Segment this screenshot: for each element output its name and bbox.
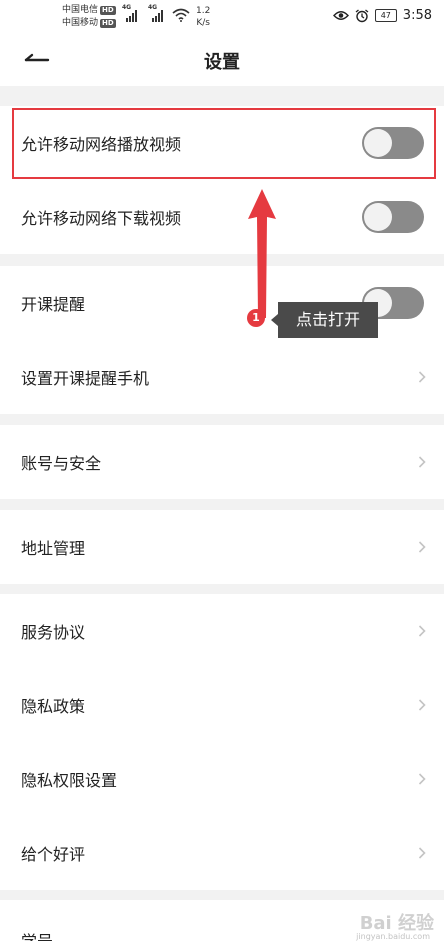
setting-row-account-security[interactable]: 账号与安全 (0, 425, 444, 499)
setting-label: 账号与安全 (21, 454, 102, 473)
setting-row-privacy-permissions[interactable]: 隐私权限设置 (0, 742, 444, 816)
setting-row-service-agreement[interactable]: 服务协议 (0, 594, 444, 668)
chevron-right-icon (418, 699, 426, 711)
status-bar: 中国电信 HD 中国移动 HD 4G 4G 1.2 K/s 47 3:58 (0, 0, 444, 36)
header: 设置 (0, 36, 444, 86)
carrier2-label: 中国移动 (62, 18, 99, 28)
setting-row-mobile-download: 允许移动网络下载视频 (0, 180, 444, 254)
setting-label: 设置开课提醒手机 (21, 369, 150, 388)
tooltip: 点击打开 (271, 302, 378, 338)
carrier1-label: 中国电信 (62, 5, 99, 15)
chevron-right-icon (418, 847, 426, 859)
highlight-box (12, 108, 436, 179)
mobile-download-toggle[interactable] (362, 201, 424, 233)
setting-label: 隐私权限设置 (21, 771, 118, 790)
chevron-right-icon (418, 625, 426, 637)
watermark-url: jingyan.baidu.com (356, 932, 430, 941)
battery-icon: 47 (374, 9, 397, 22)
clock: 3:58 (402, 8, 432, 23)
toggle-knob (364, 203, 392, 231)
chevron-right-icon (418, 541, 426, 553)
page-title: 设置 (204, 52, 240, 73)
wifi-icon (172, 8, 190, 22)
setting-label: 允许移动网络下载视频 (21, 209, 182, 228)
setting-label: 学号 (21, 928, 53, 941)
status-right: 47 3:58 (332, 8, 432, 23)
reminder-settings-group: 开课提醒 设置开课提醒手机 (0, 266, 444, 414)
signal-icon: 4G (122, 4, 137, 22)
setting-label: 开课提醒 (21, 295, 86, 314)
setting-row-reminder-phone[interactable]: 设置开课提醒手机 (0, 340, 444, 414)
setting-row-privacy-policy[interactable]: 隐私政策 (0, 668, 444, 742)
hd-badge: HD (100, 6, 116, 15)
legal-group: 服务协议 隐私政策 隐私权限设置 给个好评 (0, 594, 444, 890)
setting-label: 地址管理 (21, 539, 86, 558)
network-speed: 1.2 K/s (196, 5, 210, 29)
network-label: 4G (122, 4, 132, 11)
setting-row-rate-app[interactable]: 给个好评 (0, 816, 444, 890)
network-label: 4G (148, 4, 158, 11)
address-group: 地址管理 (0, 510, 444, 584)
hd-badge: HD (100, 19, 116, 28)
speed-unit: K/s (196, 18, 210, 28)
step-badge: 1 (247, 309, 265, 327)
arrow-up-icon (248, 189, 276, 318)
carrier-info: 中国电信 HD 中国移动 HD (62, 4, 116, 30)
alarm-icon (355, 8, 369, 22)
setting-label: 服务协议 (21, 623, 86, 642)
setting-row-address[interactable]: 地址管理 (0, 510, 444, 584)
signal-icon: 4G (148, 4, 163, 22)
chevron-right-icon (418, 773, 426, 785)
eye-icon (332, 11, 349, 20)
chevron-right-icon (418, 371, 426, 383)
setting-label: 给个好评 (21, 845, 86, 864)
account-group: 账号与安全 (0, 425, 444, 499)
chevron-right-icon (418, 456, 426, 468)
setting-label: 隐私政策 (21, 697, 86, 716)
speed-value: 1.2 (196, 6, 211, 16)
